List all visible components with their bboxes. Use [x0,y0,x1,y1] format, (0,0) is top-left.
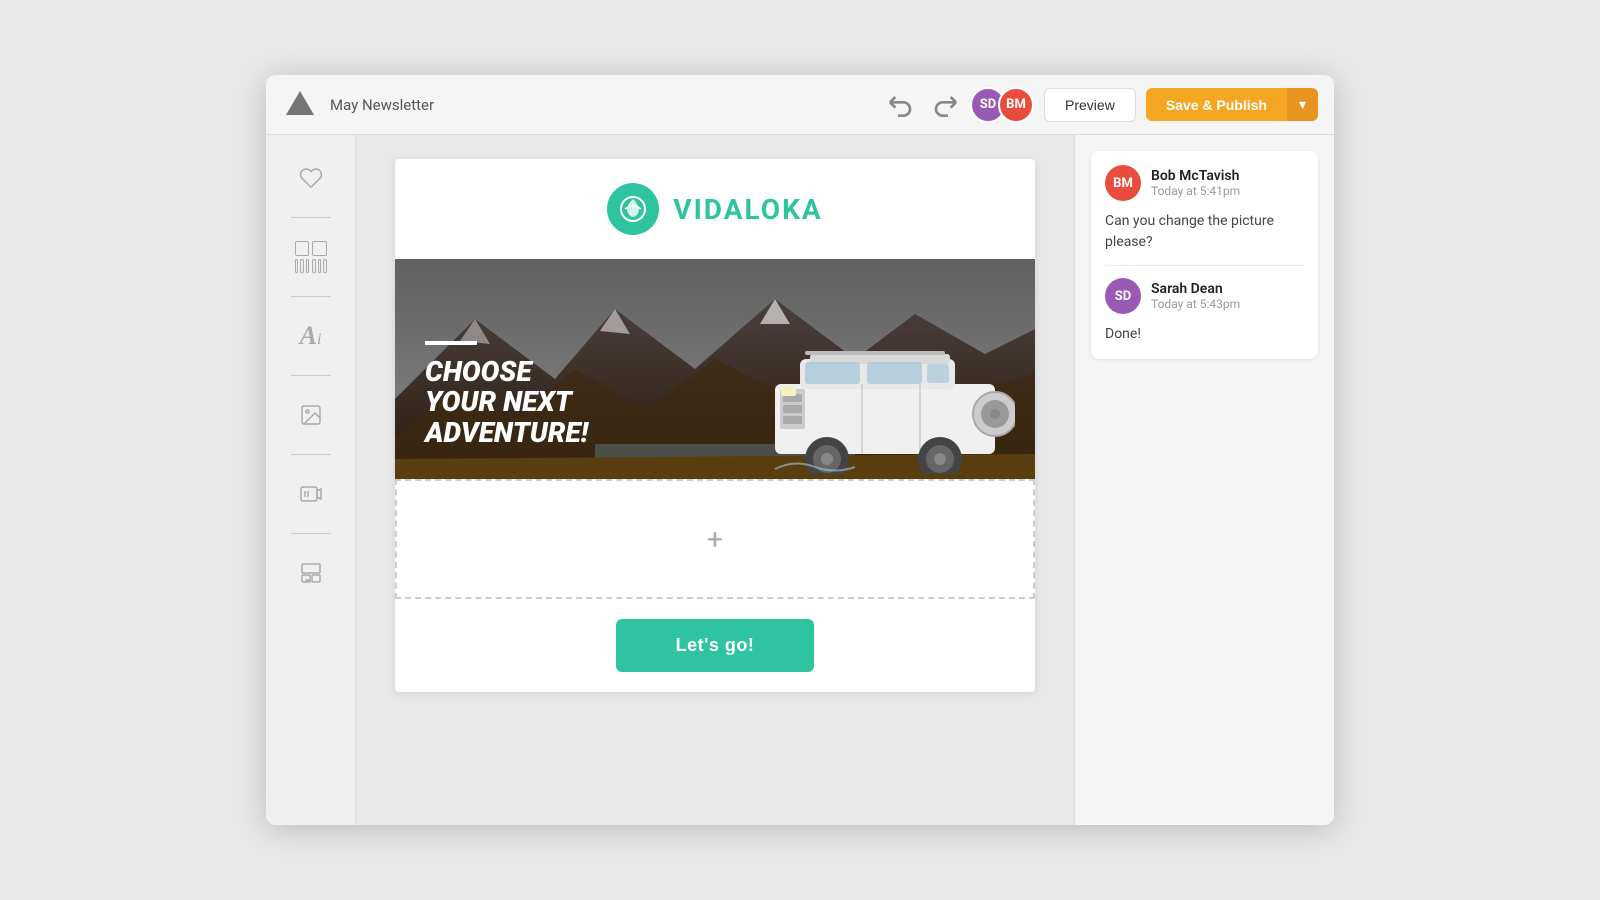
app-logo [282,87,318,123]
comment-2-time: Today at 5:43pm [1151,297,1240,311]
hero-text-line [425,341,477,345]
sidebar-video-button[interactable] [284,467,338,521]
comment-1-initials: BM [1113,176,1133,191]
comment-1-author: Bob McTavish [1151,168,1240,184]
comment-1-avatar: BM [1105,165,1141,201]
cta-section: Let's go! [395,599,1035,692]
email-canvas: VIDALOKA [395,159,1035,692]
comments-card: BM Bob McTavish Today at 5:41pm Can you … [1091,151,1318,359]
avatar-bm: BM [998,87,1034,123]
comment-1-text: Can you change the picture please? [1105,211,1304,253]
comment-2-author: Sarah Dean [1151,281,1240,297]
brand-logo-circle [607,183,659,235]
redo-button[interactable] [928,89,960,121]
comment-1-time: Today at 5:41pm [1151,184,1240,198]
collaborators-avatars: SD BM [970,87,1034,123]
comment-2-header: SD Sarah Dean Today at 5:43pm [1105,278,1304,314]
comment-separator [1105,265,1304,266]
sidebar-divider-4 [291,454,331,455]
email-brand-header: VIDALOKA [395,159,1035,259]
comment-2-initials: SD [1115,289,1131,304]
save-publish-group: Save & Publish ▾ [1146,88,1318,121]
brand-name: VIDALOKA [673,193,822,226]
hero-line-3: Adventure! [425,418,588,449]
chevron-down-icon: ▾ [1299,96,1306,113]
comment-2-meta: Sarah Dean Today at 5:43pm [1151,281,1240,311]
body-area: Ai [266,135,1334,825]
sidebar-text-button[interactable]: Ai [284,309,338,363]
undo-button[interactable] [886,89,918,121]
sidebar-divider-2 [291,296,331,297]
hero-text-block: Choose Your Next Adventure! [425,341,588,449]
app-window: May Newsletter SD BM Preview Sav [266,75,1334,825]
text-ai-icon: Ai [300,323,322,349]
preview-button[interactable]: Preview [1044,88,1136,122]
sidebar-divider-1 [291,217,331,218]
document-title: May Newsletter [330,96,886,114]
comment-1-header: BM Bob McTavish Today at 5:41pm [1105,165,1304,201]
add-block-plus-icon: + [707,523,723,556]
add-block-area[interactable]: + [395,479,1035,599]
sidebar-widget-button[interactable] [284,546,338,600]
cta-button[interactable]: Let's go! [616,619,815,672]
canvas-area[interactable]: VIDALOKA [356,135,1074,825]
sidebar-image-button[interactable] [284,388,338,442]
right-panel: BM Bob McTavish Today at 5:41pm Can you … [1074,135,1334,825]
header: May Newsletter SD BM Preview Sav [266,75,1334,135]
left-sidebar: Ai [266,135,356,825]
sidebar-divider-5 [291,533,331,534]
sidebar-favorites-button[interactable] [284,151,338,205]
save-dropdown-button[interactable]: ▾ [1287,88,1318,121]
hero-image: Choose Your Next Adventure! [395,259,1035,479]
sidebar-divider-3 [291,375,331,376]
add-block-container: Ai + [395,479,1035,599]
hero-headline: Choose Your Next Adventure! [425,357,588,449]
hero-line-1: Choose [425,357,588,388]
comment-1-meta: Bob McTavish Today at 5:41pm [1151,168,1240,198]
save-publish-button[interactable]: Save & Publish [1146,88,1287,121]
header-actions: SD BM Preview Save & Publish ▾ [886,87,1318,123]
hero-line-2: Your Next [425,387,588,418]
sidebar-layout-button[interactable] [284,230,338,284]
comment-2-text: Done! [1105,324,1304,345]
comment-2-avatar: SD [1105,278,1141,314]
